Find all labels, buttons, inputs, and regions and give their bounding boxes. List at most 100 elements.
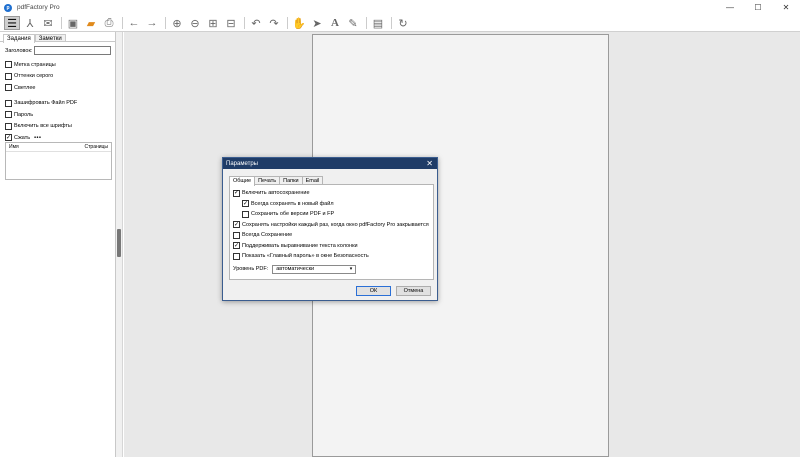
pdf-level-row: Уровень PDF: автоматически ▾: [233, 264, 433, 274]
save-icon[interactable]: ▣: [65, 16, 81, 30]
splitter-grip[interactable]: [117, 229, 121, 257]
checkbox[interactable]: [5, 72, 12, 80]
option-show-master-password[interactable]: Показать «Главный пароль» в окне Безопас…: [233, 251, 433, 262]
checkbox[interactable]: [242, 210, 249, 218]
hand-icon[interactable]: ✋: [291, 16, 307, 30]
column-pages[interactable]: Страницы: [85, 144, 108, 150]
option-label: Сохранить обе версии PDF и FP: [251, 211, 335, 218]
jobs-panel: Задания Заметки Заголовок: Метка страниц…: [0, 32, 116, 457]
toolbar-divider: [165, 17, 166, 29]
option-keep-column-alignment[interactable]: ✓ Поддерживать выравнивание текста колон…: [233, 241, 433, 252]
option-label: Зашифровать Файл PDF: [14, 100, 78, 107]
checkbox-checked[interactable]: ✓: [5, 134, 12, 142]
option-label: Включить автосохранение: [242, 190, 310, 197]
toolbar-divider: [391, 17, 392, 29]
zoom-out-icon[interactable]: ⊖: [187, 16, 203, 30]
checkbox[interactable]: [5, 122, 12, 130]
refresh-icon[interactable]: ↻: [395, 16, 411, 30]
minimize-button[interactable]: —: [716, 0, 744, 15]
option-label: Показать «Главный пароль» в окне Безопас…: [242, 253, 369, 260]
option-password[interactable]: Пароль: [5, 109, 115, 121]
open-folder-icon[interactable]: ▰: [83, 16, 99, 30]
option-label: Включить все шрифты: [14, 123, 72, 130]
email-icon[interactable]: ✉: [40, 16, 56, 30]
maximize-button[interactable]: ☐: [744, 0, 772, 15]
option-embed-fonts[interactable]: Включить все шрифты: [5, 121, 115, 133]
dialog-title-bar: Параметры ✕: [223, 158, 437, 169]
fit-width-icon[interactable]: ⊟: [223, 16, 239, 30]
tab-jobs[interactable]: Задания: [3, 34, 35, 43]
redo-icon[interactable]: ↷: [266, 16, 282, 30]
page-icon[interactable]: ▤: [370, 16, 386, 30]
option-label: Поддерживать выравнивание текста колонки: [242, 242, 358, 249]
option-save-settings-on-close[interactable]: ✓ Сохранять настройки каждый раз, когда …: [233, 220, 433, 231]
pdf-level-select[interactable]: автоматически ▾: [272, 264, 357, 274]
toolbar-divider: [287, 17, 288, 29]
checkbox[interactable]: [5, 61, 12, 69]
option-autosave[interactable]: ✓ Включить автосохранение: [233, 188, 433, 199]
pdf-level-value: автоматически: [276, 266, 315, 272]
dialog-buttons: ОК Отмена: [351, 286, 431, 296]
option-label: Всегда сохранять в новый файл: [251, 200, 334, 207]
panel-tabs: Задания Заметки: [0, 32, 115, 43]
option-grayscale[interactable]: Оттенки серого: [5, 71, 115, 83]
checkbox-checked[interactable]: ✓: [233, 221, 240, 229]
option-label: Всегда Сохранение: [242, 232, 293, 239]
column-name[interactable]: Имя: [9, 144, 19, 150]
toolbar-divider: [244, 17, 245, 29]
checkbox[interactable]: [5, 99, 12, 107]
dialog-title: Параметры: [226, 160, 258, 167]
checkbox[interactable]: [5, 111, 12, 119]
list-header: Имя Страницы: [6, 143, 111, 152]
window-controls: — ☐ ✕: [716, 0, 800, 15]
close-window-button[interactable]: ✕: [772, 0, 800, 15]
tab-notes[interactable]: Заметки: [34, 34, 66, 42]
option-always-save[interactable]: Всегда Сохранение: [233, 230, 433, 241]
more-options-button[interactable]: •••: [34, 135, 41, 141]
undo-icon[interactable]: ↶: [248, 16, 264, 30]
option-page-label[interactable]: Метка страницы: [5, 59, 115, 71]
toolbar: ☰ ⅄ ✉ ▣ ▰ ⎙ ← → ⊕ ⊖ ⊞ ⊟ ↶ ↷ ✋ ➤ A ✎ ▤ ↻: [0, 15, 800, 32]
menu-icon[interactable]: ☰: [4, 16, 20, 30]
window-title: pdfFactory Pro: [17, 4, 60, 11]
app-logo-icon: p: [4, 3, 12, 12]
dialog-close-icon[interactable]: ✕: [426, 158, 433, 169]
checkbox[interactable]: [233, 252, 240, 260]
ok-button[interactable]: ОК: [356, 286, 391, 296]
text-icon[interactable]: A: [327, 16, 343, 30]
option-encrypt[interactable]: Зашифровать Файл PDF: [5, 98, 115, 110]
checkbox-checked[interactable]: ✓: [242, 200, 249, 208]
pdf-level-label: Уровень PDF:: [233, 266, 269, 272]
zoom-in-icon[interactable]: ⊕: [169, 16, 185, 30]
print-icon[interactable]: ⎙: [101, 16, 117, 30]
title-label: Заголовок:: [5, 47, 33, 54]
option-always-new-file[interactable]: ✓ Всегда сохранять в новый файл: [233, 199, 433, 210]
option-label: Метка страницы: [14, 61, 56, 68]
title-bar: p pdfFactory Pro — ☐ ✕: [0, 0, 800, 15]
checkbox[interactable]: [233, 231, 240, 239]
tab-general[interactable]: Общие: [229, 176, 256, 186]
option-label: Светлее: [14, 84, 36, 91]
options-list: Метка страницы Оттенки серого Светлее За…: [0, 59, 115, 144]
cancel-button[interactable]: Отмена: [396, 286, 431, 296]
back-arrow-icon[interactable]: ←: [126, 16, 142, 30]
option-label: Пароль: [14, 111, 34, 118]
option-save-both-versions[interactable]: Сохранить обе версии PDF и FP: [233, 209, 433, 220]
pointer-icon[interactable]: ➤: [309, 16, 325, 30]
title-field-row: Заголовок:: [5, 46, 115, 55]
fit-page-icon[interactable]: ⊞: [205, 16, 221, 30]
edit-icon[interactable]: ✎: [345, 16, 361, 30]
option-label: Оттенки серого: [14, 73, 54, 80]
toolbar-divider: [366, 17, 367, 29]
option-lighter[interactable]: Светлее: [5, 82, 115, 94]
checkbox-checked[interactable]: ✓: [233, 242, 240, 250]
document-list[interactable]: Имя Страницы: [5, 142, 112, 180]
option-label: Сжать: [14, 134, 31, 141]
checkbox-checked[interactable]: ✓: [233, 189, 240, 197]
title-input[interactable]: [34, 46, 112, 55]
checkbox[interactable]: [5, 84, 12, 92]
send-icon[interactable]: ⅄: [22, 16, 38, 30]
settings-dialog: Параметры ✕ Общие Печать Папки Email ✓ В…: [222, 157, 438, 301]
forward-arrow-icon[interactable]: →: [144, 16, 160, 30]
chevron-down-icon: ▾: [349, 266, 353, 272]
